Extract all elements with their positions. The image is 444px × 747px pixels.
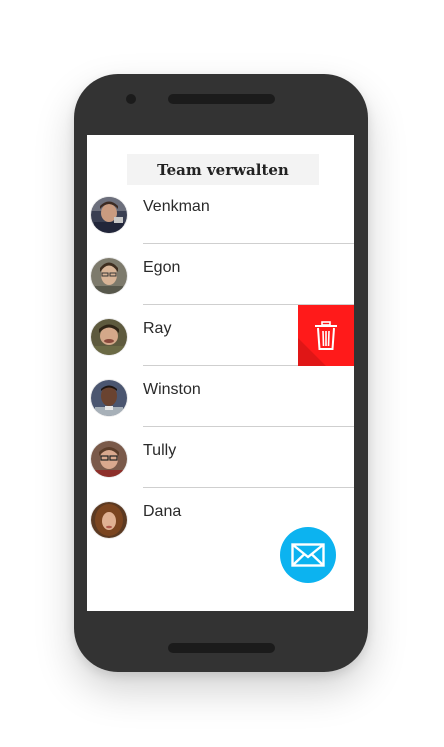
member-name: Venkman: [143, 198, 210, 215]
phone-frame: Team verwalten Venkman Egon Ray Winston …: [74, 74, 368, 672]
avatar: [91, 258, 127, 294]
trash-icon: [315, 320, 337, 350]
avatar: [91, 502, 127, 538]
page: Team verwalten Venkman Egon Ray Winston …: [0, 0, 444, 747]
camera-dot: [126, 94, 136, 104]
app-screen: Team verwalten Venkman Egon Ray Winston …: [87, 135, 354, 611]
page-header: Team verwalten: [127, 154, 319, 185]
team-member-row[interactable]: Tully: [87, 427, 354, 488]
member-name: Winston: [143, 381, 201, 398]
member-name: Dana: [143, 503, 182, 520]
team-member-row[interactable]: Winston: [87, 366, 354, 427]
home-indicator: [168, 643, 275, 653]
team-member-row[interactable]: Venkman: [87, 183, 354, 244]
page-title: Team verwalten: [157, 160, 289, 179]
send-email-button[interactable]: [280, 527, 336, 583]
team-member-row[interactable]: Ray: [87, 305, 354, 366]
member-name: Tully: [143, 442, 177, 459]
member-name: Egon: [143, 259, 181, 276]
speaker-slot: [168, 94, 275, 104]
member-name: Ray: [143, 320, 172, 337]
avatar: [91, 197, 127, 233]
delete-button[interactable]: [298, 305, 354, 366]
avatar: [91, 441, 127, 477]
avatar: [91, 319, 127, 355]
avatar: [91, 380, 127, 416]
team-member-row[interactable]: Egon: [87, 244, 354, 305]
envelope-icon: [291, 543, 325, 567]
